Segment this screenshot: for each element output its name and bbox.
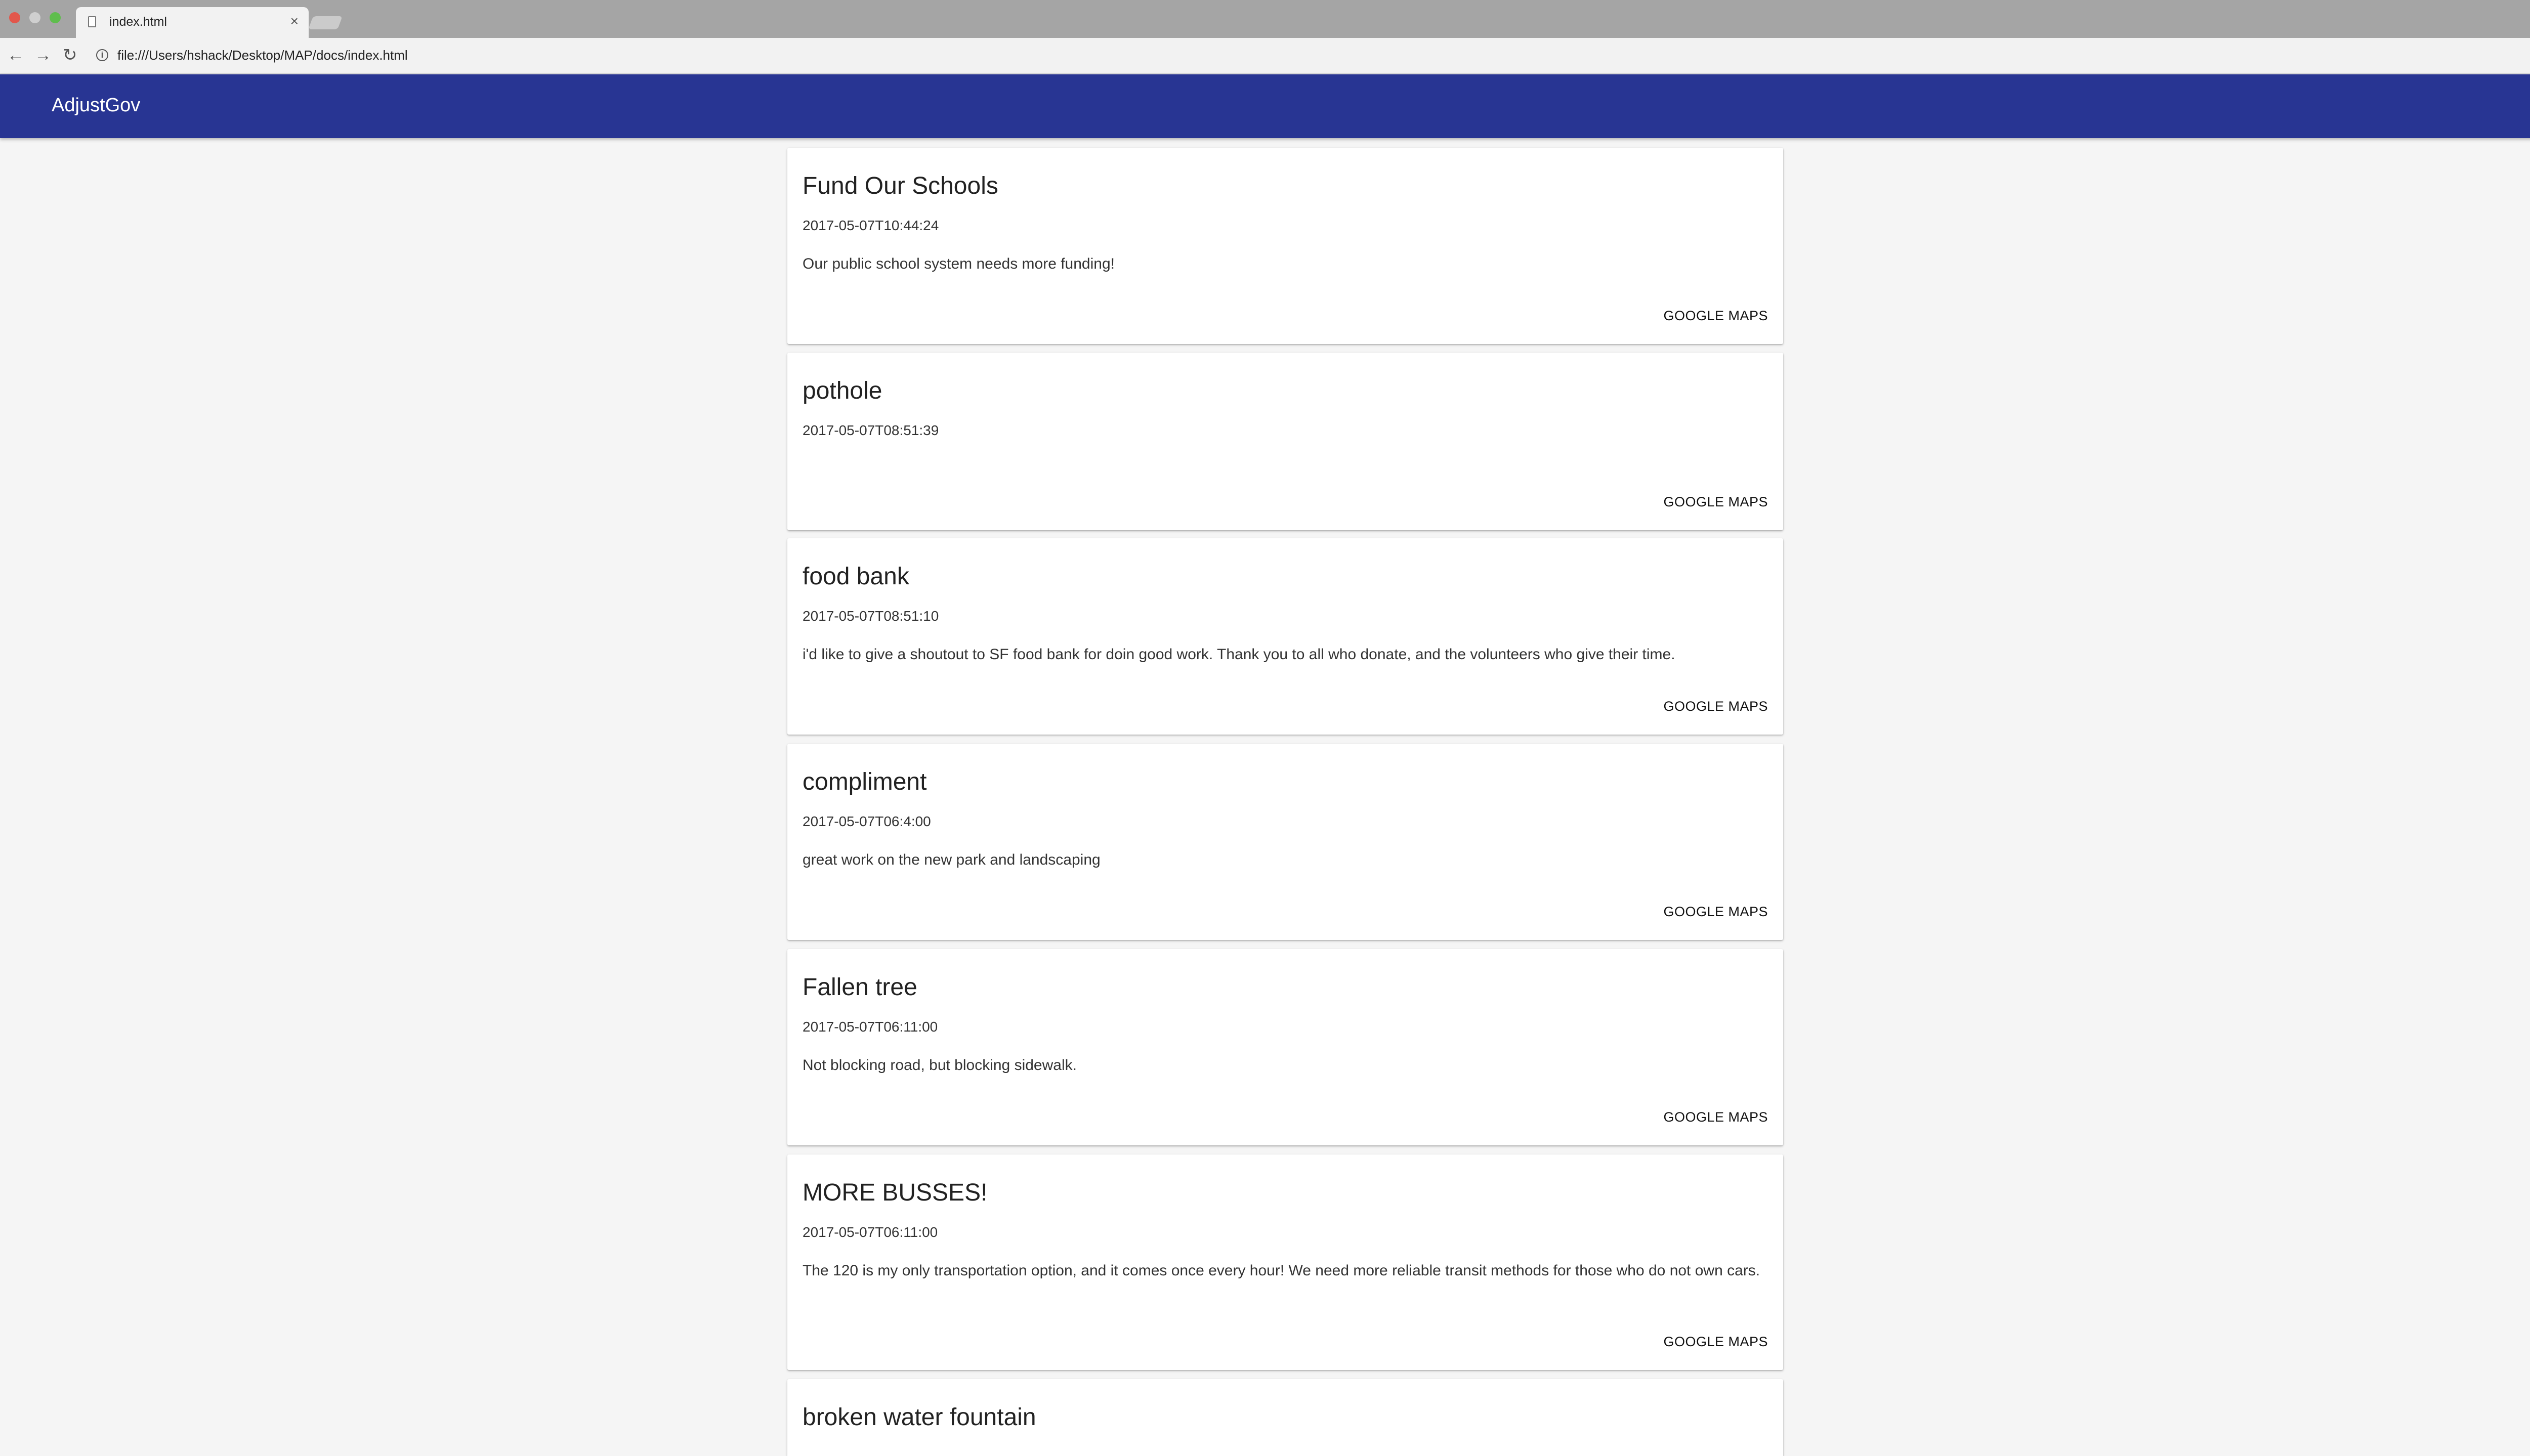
post-date: 2017-05-07T06:11:00	[803, 1224, 938, 1240]
maximize-window-button[interactable]	[50, 12, 61, 23]
post-date: 2017-05-07T10:44:24	[803, 218, 939, 233]
info-icon[interactable]: i	[96, 49, 108, 61]
minimize-window-button[interactable]	[29, 12, 40, 23]
post-date: 2017-05-07T06:11:00	[803, 1019, 938, 1035]
post-title: Fund Our Schools	[803, 173, 998, 199]
document-icon	[88, 16, 96, 27]
post-card: broken water fountain	[787, 1379, 1783, 1456]
post-body: great work on the new park and landscapi…	[803, 851, 1101, 868]
google-maps-button[interactable]: GOOGLE MAPS	[1663, 1109, 1768, 1125]
post-body: i'd like to give a shoutout to SF food b…	[803, 646, 1675, 663]
browser-toolbar: ← → ↻ i file:///Users/hshack/Desktop/MAP…	[0, 38, 2530, 74]
post-card: compliment 2017-05-07T06:4:00 great work…	[787, 744, 1783, 940]
post-body: Not blocking road, but blocking sidewalk…	[803, 1057, 1077, 1074]
google-maps-button[interactable]: GOOGLE MAPS	[1663, 494, 1768, 510]
post-date: 2017-05-07T06:4:00	[803, 813, 931, 829]
google-maps-button[interactable]: GOOGLE MAPS	[1663, 1334, 1768, 1350]
post-card: Fund Our Schools 2017-05-07T10:44:24 Our…	[787, 148, 1783, 344]
browser-tab-bar: index.html ×	[0, 0, 2530, 38]
app-brand[interactable]: AdjustGov	[52, 95, 140, 116]
back-arrow-icon[interactable]: ←	[7, 44, 24, 66]
post-body: The 120 is my only transportation option…	[803, 1262, 1760, 1279]
post-title: pothole	[803, 377, 882, 404]
post-card: food bank 2017-05-07T08:51:10 i'd like t…	[787, 538, 1783, 735]
post-title: compliment	[803, 768, 927, 795]
google-maps-button[interactable]: GOOGLE MAPS	[1663, 308, 1768, 324]
google-maps-button[interactable]: GOOGLE MAPS	[1663, 699, 1768, 714]
post-date: 2017-05-07T08:51:10	[803, 608, 939, 624]
tab-close-icon[interactable]: ×	[290, 13, 299, 29]
browser-tab[interactable]: index.html ×	[76, 7, 309, 38]
forward-arrow-icon[interactable]: →	[34, 44, 52, 66]
address-bar[interactable]: file:///Users/hshack/Desktop/MAP/docs/in…	[117, 48, 408, 63]
post-card: Fallen tree 2017-05-07T06:11:00 Not bloc…	[787, 949, 1783, 1145]
post-title: food bank	[803, 563, 909, 590]
post-card: pothole 2017-05-07T08:51:39 GOOGLE MAPS	[787, 353, 1783, 530]
post-date: 2017-05-07T08:51:39	[803, 422, 939, 438]
close-window-button[interactable]	[9, 12, 20, 23]
reload-icon[interactable]: ↻	[63, 44, 77, 66]
tab-title: index.html	[109, 15, 167, 29]
post-title: Fallen tree	[803, 974, 917, 1001]
post-title: broken water fountain	[803, 1404, 1036, 1431]
google-maps-button[interactable]: GOOGLE MAPS	[1663, 904, 1768, 920]
post-card: MORE BUSSES! 2017-05-07T06:11:00 The 120…	[787, 1154, 1783, 1370]
post-title: MORE BUSSES!	[803, 1179, 988, 1206]
new-tab-button[interactable]	[308, 16, 343, 29]
post-body: Our public school system needs more fund…	[803, 255, 1115, 272]
app-bar: AdjustGov	[0, 74, 2530, 138]
